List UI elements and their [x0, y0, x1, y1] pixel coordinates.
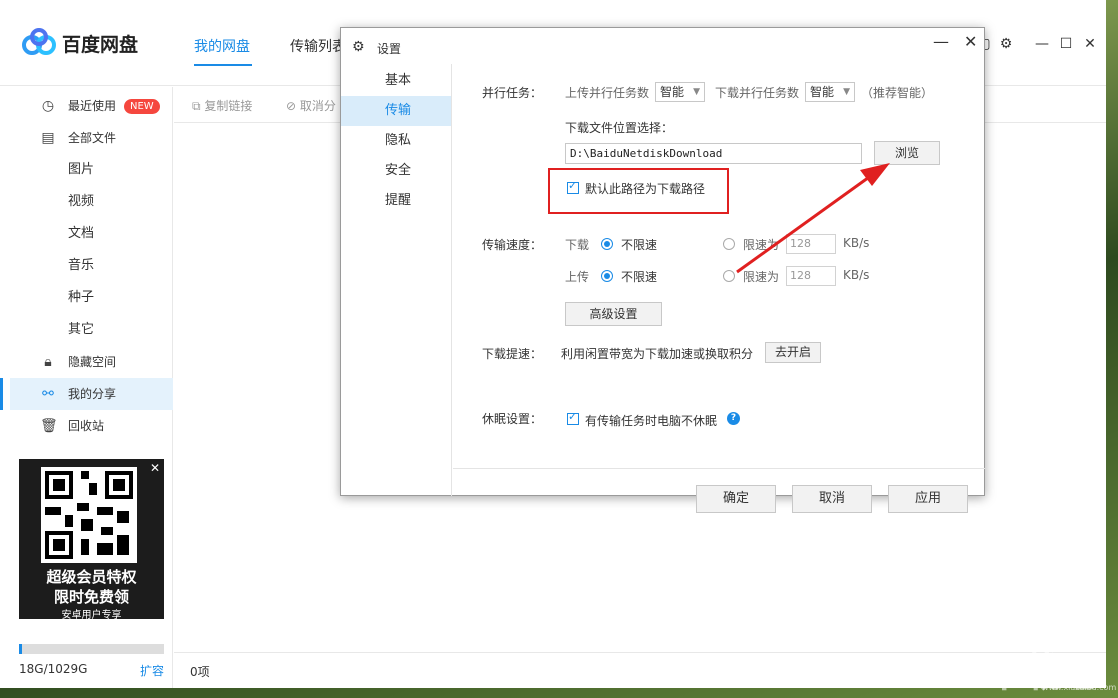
annotation-arrow-icon: [736, 163, 890, 274]
